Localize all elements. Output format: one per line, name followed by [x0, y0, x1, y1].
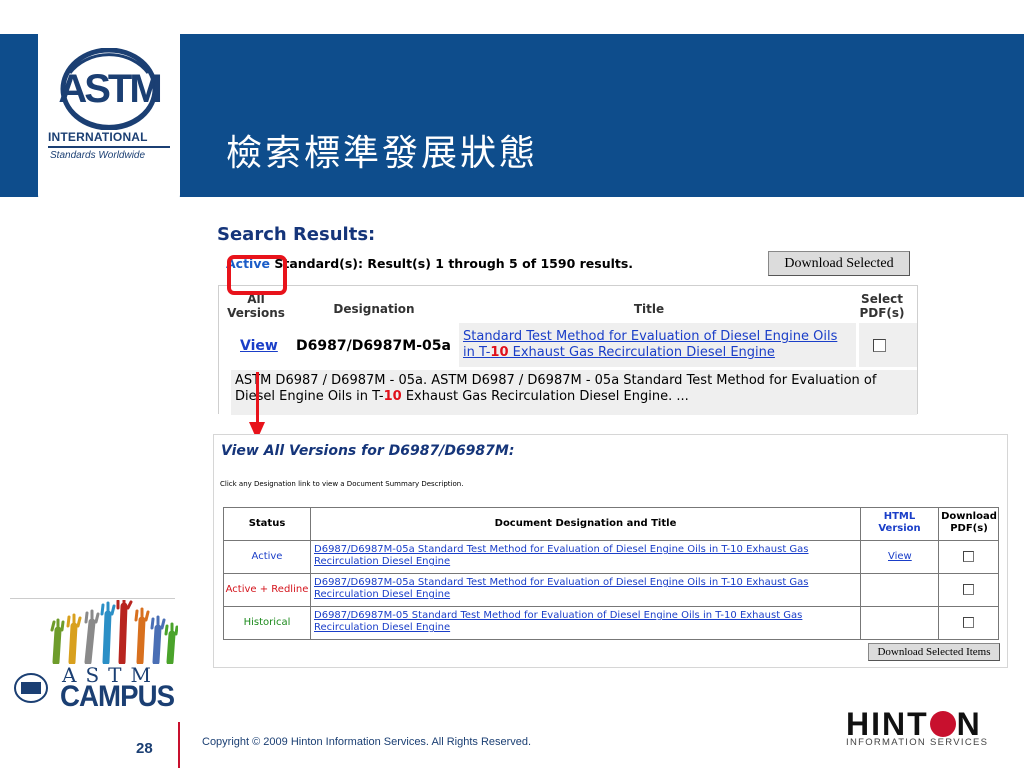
view-highlight-box [227, 255, 287, 295]
header-all-versions: All Versions [227, 292, 285, 320]
hinton-o-icon [929, 711, 956, 737]
campus-word: CAMPUS [60, 680, 175, 713]
search-results-heading: Search Results: [217, 224, 376, 245]
select-pdf-checkbox[interactable] [873, 339, 886, 352]
title-highlight: 10 [490, 345, 509, 360]
footer-divider [178, 722, 180, 768]
header-select-pdf: Select PDF(s) [859, 292, 905, 320]
view-link[interactable]: View [240, 338, 278, 354]
astm-logo: ASTM INTERNATIONAL Standards Worldwide [38, 34, 180, 205]
status-active-redline: Active + Redline [225, 584, 309, 595]
count-text: Standard(s): Result(s) 1 through 5 of 15… [269, 256, 634, 271]
result-designation: D6987/D6987M-05a [296, 338, 451, 354]
header-status: Status [248, 518, 286, 529]
slide-title: 檢索標準發展狀態 [226, 133, 539, 174]
copyright-text: Copyright © 2009 Hinton Information Serv… [202, 736, 532, 748]
html-view-link[interactable]: View [888, 551, 912, 562]
download-pdf-checkbox[interactable] [963, 584, 974, 595]
download-pdf-checkbox[interactable] [963, 617, 974, 628]
status-active: Active [251, 551, 283, 562]
hinton-subtitle: INFORMATION SERVICES [846, 737, 989, 748]
result-title-link[interactable]: Standard Test Method for Evaluation of D… [463, 329, 853, 361]
status-historical: Historical [243, 617, 291, 628]
download-pdf-checkbox[interactable] [963, 551, 974, 562]
campus-hands-icon [50, 600, 178, 664]
select-cell [859, 323, 917, 367]
document-link[interactable]: D6987/D6987M-05 Standard Test Method for… [314, 610, 854, 634]
document-link[interactable]: D6987/D6987M-05a Standard Test Method fo… [314, 544, 854, 568]
row-divider [224, 573, 998, 574]
footer-left-rule [10, 598, 175, 599]
search-results-count: Active Standard(s): Result(s) 1 through … [226, 256, 633, 271]
astm-logo-text: ASTM [58, 67, 160, 111]
header-document: Document Designation and Title [494, 518, 677, 529]
astm-logo-rule [48, 146, 170, 148]
header-html-version: HTML Version [878, 511, 921, 534]
desc-highlight: 10 [383, 389, 402, 404]
document-link[interactable]: D6987/D6987M-05a Standard Test Method fo… [314, 577, 854, 601]
header-band: ASTM INTERNATIONAL Standards Worldwide 檢… [0, 34, 1024, 205]
all-versions-note: Click any Designation link to view a Doc… [220, 480, 464, 488]
search-results-panel: Search Results: Active Standard(s): Resu… [213, 216, 923, 415]
page-number: 28 [136, 740, 153, 757]
header-title: Title [633, 302, 665, 316]
download-selected-items-button[interactable]: Download Selected Items [868, 643, 1000, 661]
header-designation: Designation [333, 302, 415, 316]
all-versions-heading: View All Versions for D6987/D6987M: [221, 443, 515, 459]
arrow-line [256, 372, 259, 424]
row-divider [224, 540, 998, 541]
download-selected-button[interactable]: Download Selected [768, 251, 910, 276]
title-text-end: Exhaust Gas Recirculation Diesel Engine [508, 345, 775, 360]
astm-globe-icon: ASTM [58, 48, 163, 130]
header-download-pdf: Download PDF(s) [941, 511, 997, 534]
small-astm-logo-icon [14, 673, 48, 703]
astm-logo-international: INTERNATIONAL [48, 130, 148, 144]
desc-text-end: Exhaust Gas Recirculation Diesel Engine.… [401, 389, 689, 404]
result-description: ASTM D6987 / D6987M - 05a. ASTM D6987 / … [235, 373, 895, 405]
astm-logo-tagline: Standards Worldwide [50, 150, 146, 161]
row-divider [224, 606, 998, 607]
all-versions-table: Status Document Designation and Title HT… [223, 507, 999, 640]
all-versions-panel: View All Versions for D6987/D6987M: Clic… [213, 434, 1008, 668]
